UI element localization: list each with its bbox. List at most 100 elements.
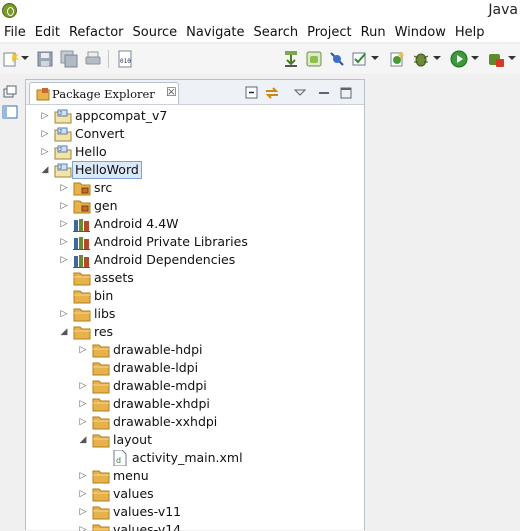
menu-run[interactable]: Run bbox=[357, 25, 391, 40]
menu-source[interactable]: Source bbox=[129, 25, 183, 40]
window-title: Java bbox=[488, 2, 518, 18]
menu-file[interactable]: File bbox=[0, 25, 31, 40]
tree-row[interactable]: ▷ src bbox=[26, 179, 364, 197]
tree-row[interactable]: ▷ drawable-xhdpi bbox=[26, 395, 364, 413]
package-explorer-icon bbox=[36, 87, 50, 104]
library-icon bbox=[73, 252, 91, 268]
tree-row[interactable]: ▷ Android Dependencies bbox=[26, 251, 364, 269]
open-type-icon[interactable]: 010 bbox=[116, 50, 134, 68]
expanded-arrow-icon[interactable]: ◢ bbox=[40, 164, 50, 176]
view-menu-icon[interactable] bbox=[293, 85, 307, 101]
outline-view-icon[interactable] bbox=[2, 104, 18, 120]
menu-refactor[interactable]: Refactor bbox=[65, 25, 129, 40]
run-icon[interactable] bbox=[450, 50, 468, 68]
menu-window[interactable]: Window bbox=[391, 25, 451, 40]
tree-row[interactable]: ◢ layout bbox=[26, 431, 364, 449]
menu-edit[interactable]: Edit bbox=[31, 25, 65, 40]
close-icon[interactable]: ☒ bbox=[166, 85, 177, 99]
tree-row[interactable]: bin bbox=[26, 287, 364, 305]
expanded-arrow-icon[interactable]: ◢ bbox=[78, 434, 88, 446]
tree-row[interactable]: ▷ drawable-mdpi bbox=[26, 377, 364, 395]
project-icon: J bbox=[54, 144, 72, 160]
collapsed-arrow-icon[interactable]: ▷ bbox=[59, 218, 69, 230]
package-explorer-view: Package Explorer ☒ ▷ Jappcompat_v7 ▷ J Conve… bbox=[25, 79, 364, 531]
tree-row[interactable]: ▷ values-v11 bbox=[26, 503, 364, 521]
collapsed-arrow-icon[interactable]: ▷ bbox=[78, 488, 88, 500]
menu-help[interactable]: Help bbox=[451, 25, 490, 40]
tree-item-label: appcompat_v7 bbox=[75, 108, 168, 123]
android-sdk-icon[interactable] bbox=[305, 50, 323, 68]
maximize-icon[interactable] bbox=[338, 85, 354, 101]
save-all-icon[interactable] bbox=[60, 50, 78, 68]
check-icon[interactable] bbox=[351, 50, 369, 68]
tree-row[interactable]: ▷ libs bbox=[26, 305, 364, 323]
svg-text:010: 010 bbox=[120, 58, 131, 65]
tree-item-label: bin bbox=[94, 288, 114, 303]
folder-icon bbox=[92, 360, 110, 376]
menu-project[interactable]: Project bbox=[303, 25, 356, 40]
collapsed-arrow-icon[interactable]: ▷ bbox=[59, 308, 69, 320]
tree-row[interactable]: d activity_main.xml bbox=[26, 449, 364, 467]
tree-row[interactable]: ▷ menu bbox=[26, 467, 364, 485]
collapsed-arrow-icon[interactable]: ▷ bbox=[78, 380, 88, 392]
project-icon: J bbox=[54, 108, 72, 124]
svg-text:d: d bbox=[116, 456, 121, 465]
tree-item-label: drawable-mdpi bbox=[113, 378, 207, 393]
link-with-editor-icon[interactable] bbox=[264, 85, 280, 101]
chevron-down-icon[interactable] bbox=[507, 54, 517, 72]
tree-row[interactable]: ▷ gen bbox=[26, 197, 364, 215]
tab-package-explorer[interactable]: Package Explorer ☒ bbox=[29, 82, 179, 104]
menu-navigate[interactable]: Navigate bbox=[182, 25, 249, 40]
svg-text:J: J bbox=[59, 129, 62, 135]
tree-row[interactable]: ▷ Android 4.4W bbox=[26, 215, 364, 233]
collapsed-arrow-icon[interactable]: ▷ bbox=[78, 398, 88, 410]
chevron-down-icon[interactable] bbox=[470, 54, 480, 72]
restore-icon[interactable] bbox=[2, 84, 18, 100]
tree-row[interactable]: ▷ Android Private Libraries bbox=[26, 233, 364, 251]
collapse-all-icon[interactable] bbox=[244, 85, 260, 101]
tree-row[interactable]: ▷ drawable-hdpi bbox=[26, 341, 364, 359]
collapsed-arrow-icon[interactable]: ▷ bbox=[78, 344, 88, 356]
new-wizard-icon[interactable] bbox=[2, 50, 20, 68]
print-icon[interactable] bbox=[84, 50, 102, 68]
menu-search[interactable]: Search bbox=[249, 25, 303, 40]
collapsed-arrow-icon[interactable]: ▷ bbox=[78, 416, 88, 428]
collapsed-arrow-icon[interactable]: ▷ bbox=[78, 470, 88, 482]
collapsed-arrow-icon[interactable]: ▷ bbox=[40, 110, 50, 122]
collapsed-arrow-icon[interactable]: ▷ bbox=[59, 200, 69, 212]
debug-skip-icon[interactable] bbox=[328, 50, 346, 68]
tree-row[interactable]: ▷ Jappcompat_v7 bbox=[26, 107, 364, 125]
tree-row[interactable]: ▷ J Hello bbox=[26, 143, 364, 161]
folder-icon bbox=[92, 432, 110, 448]
bug-icon[interactable] bbox=[412, 50, 430, 68]
tree-row[interactable]: ◢ res bbox=[26, 323, 364, 341]
tree-row[interactable]: ◢ J HelloWord bbox=[26, 161, 364, 179]
chevron-down-icon[interactable] bbox=[370, 54, 380, 72]
collapsed-arrow-icon[interactable]: ▷ bbox=[59, 254, 69, 266]
tree-row[interactable]: ▷ values bbox=[26, 485, 364, 503]
chevron-down-icon[interactable] bbox=[432, 54, 442, 72]
tree-row[interactable]: drawable-ldpi bbox=[26, 359, 364, 377]
tree-row[interactable]: assets bbox=[26, 269, 364, 287]
left-trim-bar bbox=[0, 78, 22, 530]
tree-row[interactable]: ▷ J Convert bbox=[26, 125, 364, 143]
minimize-icon[interactable] bbox=[316, 85, 332, 101]
xml-file-icon: d bbox=[111, 449, 129, 467]
tree-item-label: Hello bbox=[75, 144, 107, 159]
new-class-icon[interactable] bbox=[388, 50, 406, 68]
svg-text:J: J bbox=[59, 147, 62, 153]
expanded-arrow-icon[interactable]: ◢ bbox=[59, 326, 69, 338]
folder-icon bbox=[92, 504, 110, 520]
collapsed-arrow-icon[interactable]: ▷ bbox=[78, 506, 88, 518]
save-icon[interactable] bbox=[36, 50, 54, 68]
tree-item-label: libs bbox=[94, 306, 116, 321]
package-folder-icon bbox=[73, 198, 91, 214]
collapsed-arrow-icon[interactable]: ▷ bbox=[59, 236, 69, 248]
collapsed-arrow-icon[interactable]: ▷ bbox=[40, 146, 50, 158]
collapsed-arrow-icon[interactable]: ▷ bbox=[59, 182, 69, 194]
tree-row[interactable]: ▷ drawable-xxhdpi bbox=[26, 413, 364, 431]
chevron-down-icon[interactable] bbox=[20, 54, 30, 72]
download-icon[interactable] bbox=[282, 50, 300, 68]
collapsed-arrow-icon[interactable]: ▷ bbox=[40, 128, 50, 140]
stop-icon[interactable] bbox=[487, 50, 505, 68]
